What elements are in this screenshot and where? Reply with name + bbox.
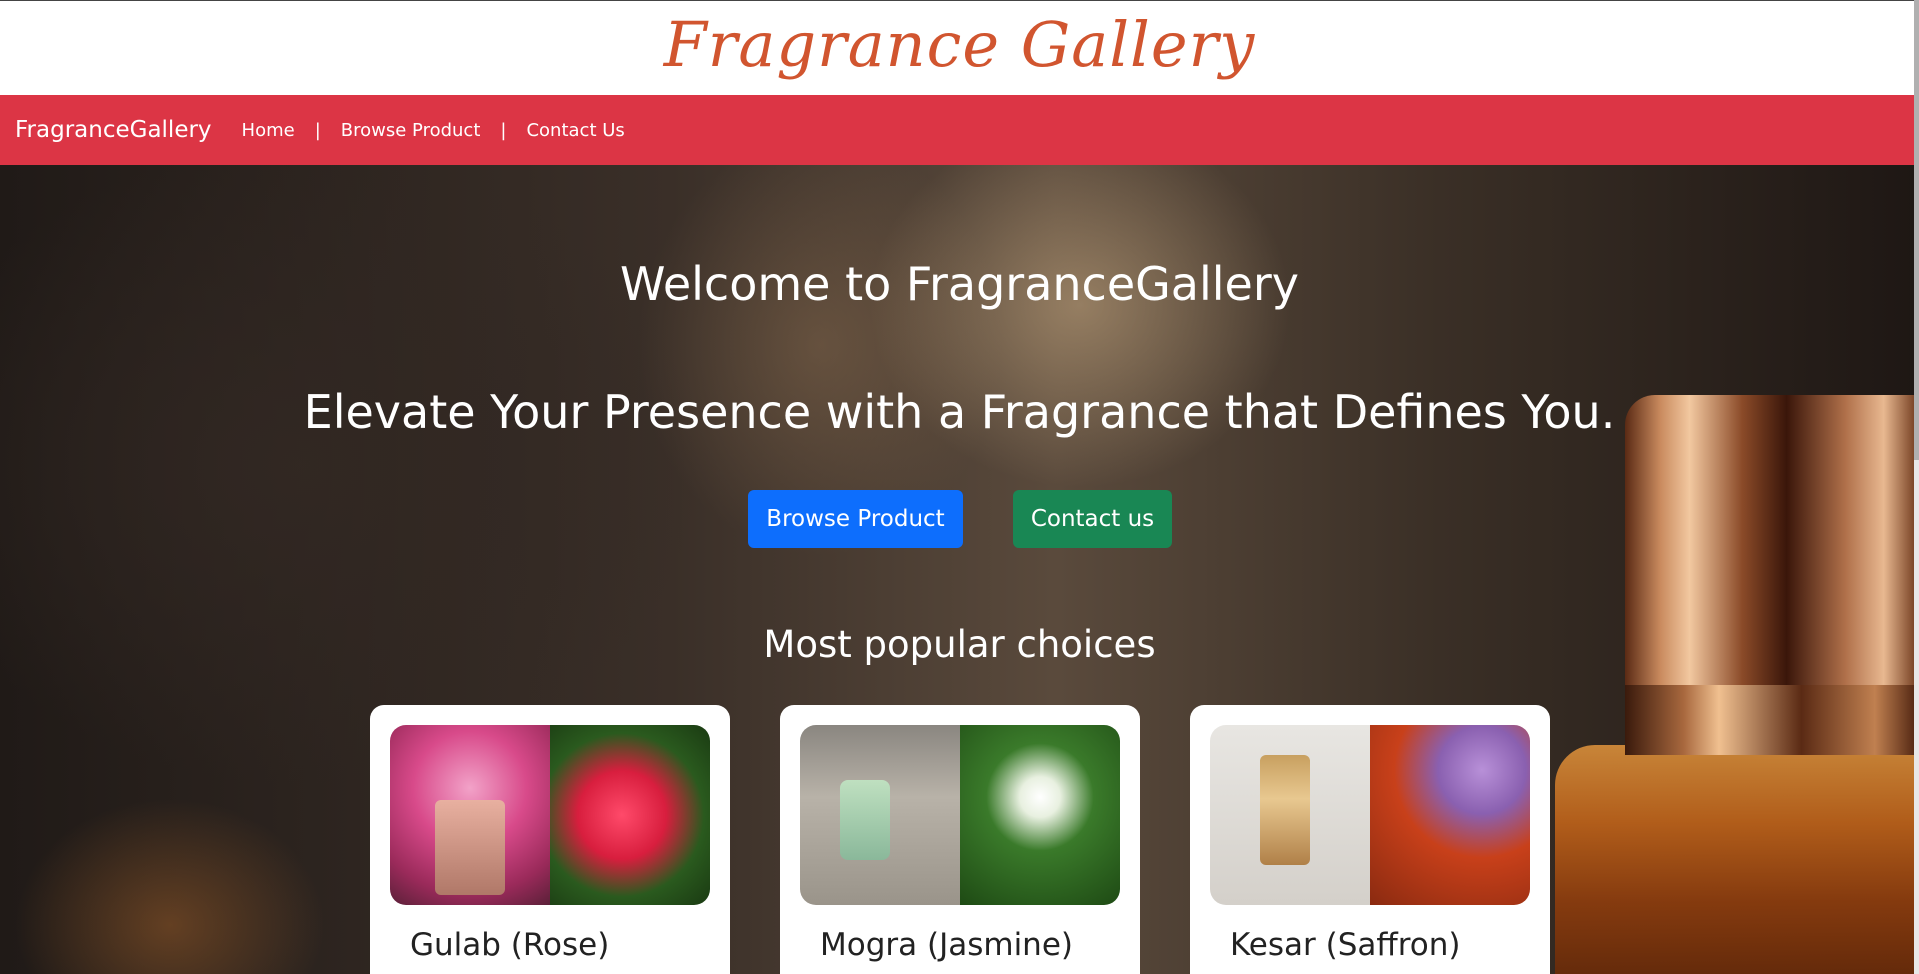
hero-welcome-heading: Welcome to FragranceGallery: [620, 257, 1299, 311]
page-scrollbar[interactable]: [1914, 0, 1919, 974]
navbar-brand[interactable]: FragranceGallery: [15, 117, 212, 143]
navbar: FragranceGallery Home | Browse Product |…: [0, 95, 1919, 165]
product-image-rose: [390, 725, 710, 905]
product-card-jasmine[interactable]: Mogra (Jasmine): [780, 705, 1140, 974]
contact-us-button[interactable]: Contact us: [1013, 490, 1172, 548]
nav-link-browse-product[interactable]: Browse Product: [341, 120, 481, 141]
site-logo-title: Fragrance Gallery: [663, 7, 1256, 81]
nav-link-contact-us[interactable]: Contact Us: [526, 120, 624, 141]
product-image-jasmine: [800, 725, 1120, 905]
product-card-saffron[interactable]: Kesar (Saffron): [1190, 705, 1550, 974]
nav-link-home[interactable]: Home: [242, 120, 295, 141]
nav-separator: |: [314, 119, 321, 141]
product-name-rose: Gulab (Rose): [410, 927, 610, 963]
browse-product-button[interactable]: Browse Product: [748, 490, 963, 548]
product-image-saffron: [1210, 725, 1530, 905]
product-name-jasmine: Mogra (Jasmine): [820, 927, 1073, 963]
popular-choices-heading: Most popular choices: [763, 623, 1156, 666]
nav-separator: |: [500, 119, 507, 141]
hero-tagline: Elevate Your Presence with a Fragrance t…: [303, 385, 1616, 439]
scrollbar-thumb[interactable]: [1914, 0, 1919, 460]
hero-section: Welcome to FragranceGallery Elevate Your…: [0, 165, 1919, 974]
site-header: Fragrance Gallery: [0, 0, 1919, 95]
perfume-bottle-cap-ring: [1625, 685, 1919, 755]
product-name-saffron: Kesar (Saffron): [1230, 927, 1461, 963]
product-card-rose[interactable]: Gulab (Rose): [370, 705, 730, 974]
perfume-bottle-glass: [1555, 745, 1919, 974]
